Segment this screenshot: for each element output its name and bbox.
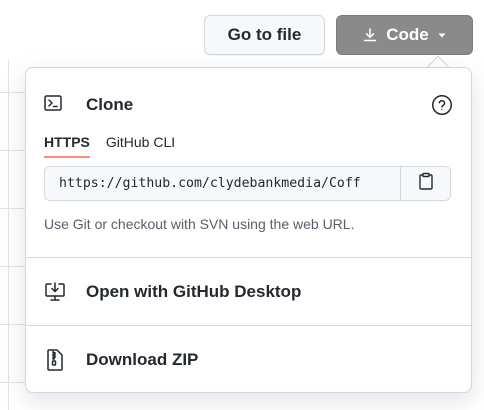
go-to-file-button[interactable]: Go to file [204, 15, 325, 55]
clone-url-input[interactable] [45, 167, 400, 200]
background-divider [0, 150, 25, 151]
background-divider [8, 60, 9, 410]
download-zip-label: Download ZIP [86, 349, 199, 369]
file-zip-icon [44, 348, 66, 371]
background-divider [0, 324, 25, 325]
download-zip-button[interactable]: Download ZIP [26, 325, 471, 393]
clone-tabs: HTTPS GitHub CLI [44, 134, 175, 158]
clone-popover: Clone HTTPS GitHub CLI https://github.co… [25, 67, 472, 393]
clipboard-icon [418, 172, 434, 195]
open-with-desktop-label: Open with GitHub Desktop [86, 281, 302, 301]
question-icon[interactable] [431, 94, 453, 121]
clone-title: Clone [86, 95, 134, 114]
clone-header: Clone [44, 93, 453, 117]
background-divider [0, 266, 25, 267]
desktop-download-icon [44, 281, 66, 302]
open-with-desktop-button[interactable]: Open with GitHub Desktop [26, 257, 471, 325]
clone-section: Clone HTTPS GitHub CLI https://github.co… [26, 68, 471, 257]
clone-hint: Use Git or checkout with SVN using the w… [44, 216, 355, 232]
clone-url-group [44, 166, 451, 201]
copy-url-button[interactable] [400, 167, 450, 200]
download-icon [362, 27, 378, 43]
background-divider [0, 382, 25, 383]
code-button[interactable]: Code [336, 15, 473, 55]
terminal-icon [44, 94, 62, 116]
triangle-down-icon [437, 30, 447, 40]
background-divider [0, 92, 25, 93]
repo-page: Go to file Code Clone HTTPS GitHub CLI h… [0, 0, 484, 410]
code-button-label: Code [386, 25, 429, 44]
tab-github-cli[interactable]: GitHub CLI [106, 134, 175, 158]
tab-https[interactable]: HTTPS [44, 134, 90, 158]
background-divider [0, 208, 25, 209]
